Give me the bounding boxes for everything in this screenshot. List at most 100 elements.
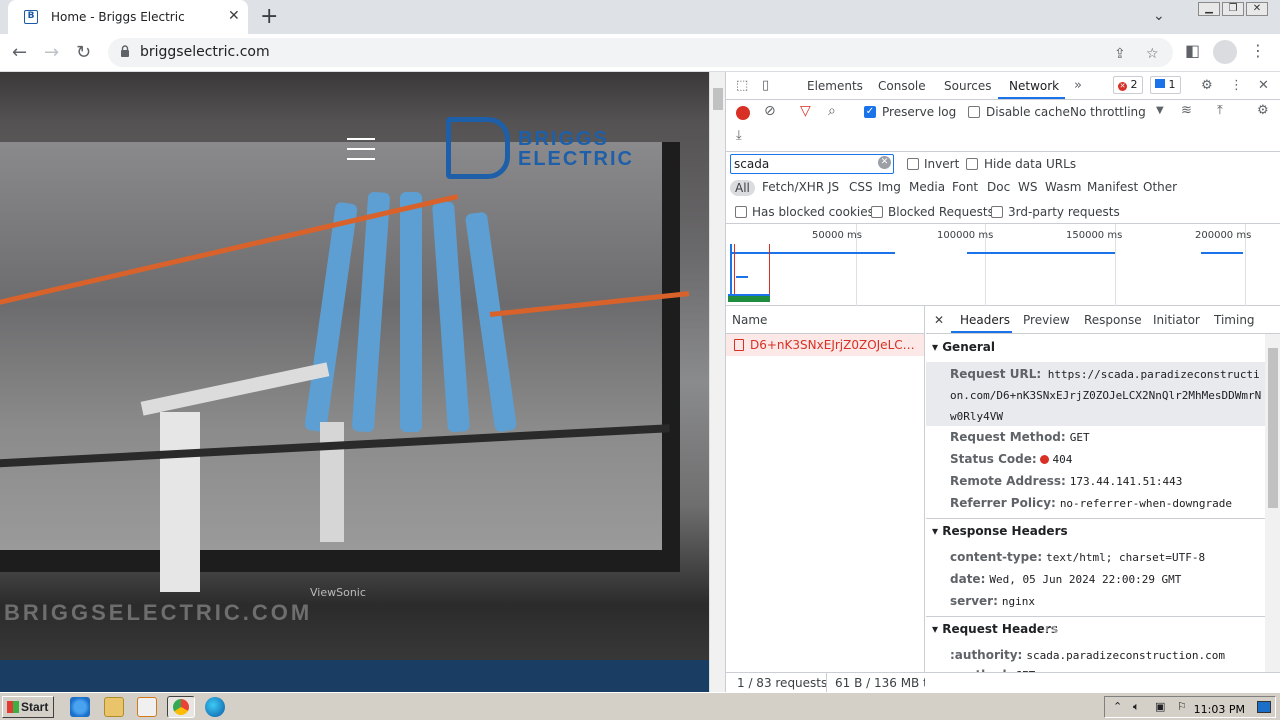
hide-data-urls-checkbox[interactable] <box>966 158 978 170</box>
show-desktop-icon[interactable] <box>1257 701 1271 713</box>
type-filter-img[interactable]: Img <box>878 180 901 194</box>
network-settings-icon[interactable]: ⚙ <box>1257 103 1269 118</box>
devtools-panel: ⬚ ▯ Elements Console Sources Network » ✕… <box>725 72 1280 693</box>
third-party-checkbox[interactable] <box>991 206 1003 218</box>
record-icon[interactable] <box>736 106 750 120</box>
close-devtools-icon[interactable]: ✕ <box>1258 78 1269 93</box>
forward-arrow-icon[interactable]: → <box>44 42 59 63</box>
type-filter-media[interactable]: Media <box>909 180 945 194</box>
logo-line-2: ELECTRIC <box>518 148 634 170</box>
browser-toolbar: ← → ↻ briggselectric.com ⇪ ☆ ◧ ⋮ <box>0 34 1280 72</box>
details-scrollbar[interactable] <box>1265 334 1280 672</box>
response-headers-toggle[interactable]: ▾ Response Headers <box>932 524 1068 538</box>
device-toolbar-icon[interactable]: ▯ <box>762 78 769 93</box>
date-row: date: Wed, 05 Jun 2024 22:00:29 GMT <box>950 572 1182 586</box>
tab-sources[interactable]: Sources <box>944 79 991 93</box>
network-toolbar: ⊘ ▽ ⌕ ✓ Preserve log Disable cache No th… <box>726 100 1280 152</box>
tab-initiator[interactable]: Initiator <box>1153 313 1200 327</box>
volume-icon[interactable]: 🔈︎ <box>1133 700 1140 714</box>
tab-console[interactable]: Console <box>878 79 926 93</box>
devtools-menu-icon[interactable]: ⋮ <box>1230 78 1243 93</box>
message-badge[interactable]: 1 <box>1150 76 1181 94</box>
throttling-dropdown-icon[interactable]: ▼ <box>1156 105 1164 116</box>
share-icon[interactable]: ⇪ <box>1114 46 1126 62</box>
type-filter-doc[interactable]: Doc <box>987 180 1010 194</box>
type-filter-font[interactable]: Font <box>952 180 978 194</box>
tab-response[interactable]: Response <box>1084 313 1142 327</box>
network-icon[interactable]: ▣ <box>1155 700 1165 713</box>
side-panel-icon[interactable]: ◧ <box>1185 41 1200 60</box>
back-arrow-icon[interactable]: ← <box>12 42 27 63</box>
inspect-element-icon[interactable]: ⬚ <box>736 78 748 93</box>
network-conditions-icon[interactable]: ≋ <box>1181 103 1192 118</box>
file-explorer-icon[interactable] <box>104 697 124 717</box>
restore-button[interactable]: ❐ <box>1222 2 1244 16</box>
devtools-tab-bar: ⬚ ▯ Elements Console Sources Network » ✕… <box>726 72 1280 100</box>
tab-search-chevron-icon[interactable]: ⌄ <box>1153 8 1165 24</box>
preserve-log-checkbox[interactable]: ✓ <box>864 106 876 118</box>
type-filter-js[interactable]: JS <box>828 180 839 194</box>
settings-gear-icon[interactable]: ⚙ <box>1201 78 1213 93</box>
site-favicon-icon: B <box>24 10 38 24</box>
tab-timing[interactable]: Timing <box>1214 313 1255 327</box>
start-button[interactable]: Start <box>2 696 54 718</box>
tab-headers[interactable]: Headers <box>960 313 1010 327</box>
disable-cache-checkbox[interactable] <box>968 106 980 118</box>
request-row[interactable]: D6+nK3SNxEJrjZ0ZOJeLCX2N... <box>726 334 924 356</box>
tab-elements[interactable]: Elements <box>807 79 863 93</box>
export-har-icon[interactable]: ⤓ <box>736 128 742 143</box>
blocked-requests-checkbox[interactable] <box>871 206 883 218</box>
close-window-button[interactable]: ✕ <box>1246 2 1268 16</box>
invert-checkbox[interactable] <box>907 158 919 170</box>
type-filter-wasm[interactable]: Wasm <box>1045 180 1081 194</box>
address-bar[interactable]: briggselectric.com ⇪ ☆ <box>108 38 1173 67</box>
tab-network[interactable]: Network <box>1009 79 1059 93</box>
reload-icon[interactable]: ↻ <box>76 42 91 63</box>
minimize-button[interactable]: ▁ <box>1198 2 1220 16</box>
more-tabs-icon[interactable]: » <box>1074 78 1082 93</box>
menu-kebab-icon[interactable]: ⋮ <box>1250 41 1266 60</box>
type-filter-fetch-xhr[interactable]: Fetch/XHR <box>762 180 824 194</box>
disable-cache-label: Disable cache <box>986 105 1070 119</box>
url-text: briggselectric.com <box>140 44 270 60</box>
blocked-cookies-checkbox[interactable] <box>735 206 747 218</box>
type-filter-ws[interactable]: WS <box>1018 180 1037 194</box>
general-section-toggle[interactable]: ▾ General <box>932 340 995 354</box>
type-filter-other[interactable]: Other <box>1143 180 1177 194</box>
briggs-electric-logo[interactable]: BRIGGS ELECTRIC <box>446 117 661 181</box>
taskbar-clock[interactable]: 11:03 PM <box>1194 703 1245 716</box>
type-filter-manifest[interactable]: Manifest <box>1087 180 1138 194</box>
profile-avatar[interactable] <box>1213 40 1237 64</box>
system-tray: ⌃ 🔈︎ ▣ ⚐ 11:03 PM <box>1104 696 1276 718</box>
error-badge[interactable]: ✕ 2 <box>1113 76 1143 94</box>
menu-hamburger-icon[interactable] <box>347 138 375 168</box>
search-icon[interactable]: ⌕ <box>828 103 836 119</box>
close-details-icon[interactable]: ✕ <box>934 313 944 327</box>
edge-icon[interactable] <box>205 697 225 717</box>
tab-preview[interactable]: Preview <box>1023 313 1070 327</box>
type-filter-css[interactable]: CSS <box>849 180 873 194</box>
lock-icon[interactable] <box>120 45 130 58</box>
tab-close-icon[interactable]: ✕ <box>228 8 240 24</box>
clear-filter-icon[interactable]: ✕ <box>878 156 891 169</box>
import-har-icon[interactable]: ⤒ <box>1217 103 1223 118</box>
chrome-taskbar-button[interactable] <box>167 696 195 718</box>
throttling-select[interactable]: No throttling <box>1070 105 1146 119</box>
media-player-icon[interactable] <box>137 697 157 717</box>
tray-expand-icon[interactable]: ⌃ <box>1113 700 1122 713</box>
blocked-requests-label: Blocked Requests <box>888 205 994 219</box>
name-column-header[interactable]: Name <box>726 306 924 334</box>
type-filter-all[interactable]: All <box>730 180 755 196</box>
page-scrollbar[interactable] <box>709 72 725 692</box>
browser-tab[interactable]: B Home - Briggs Electric ✕ <box>8 0 248 34</box>
new-tab-button[interactable]: + <box>260 4 278 29</box>
timeline-label-200000: 200000 ms <box>1195 230 1252 241</box>
transfer-size: 61 B / 136 MB tr <box>835 676 925 690</box>
filter-input[interactable]: scada <box>730 154 894 174</box>
security-icon[interactable]: ⚐ <box>1177 700 1187 713</box>
clear-icon[interactable]: ⊘ <box>764 103 776 119</box>
bookmark-star-icon[interactable]: ☆ <box>1146 46 1159 62</box>
filter-funnel-icon[interactable]: ▽ <box>800 103 811 119</box>
internet-explorer-icon[interactable] <box>70 697 90 717</box>
network-overview-timeline[interactable]: 50000 ms 100000 ms 150000 ms 200000 ms <box>726 224 1280 306</box>
